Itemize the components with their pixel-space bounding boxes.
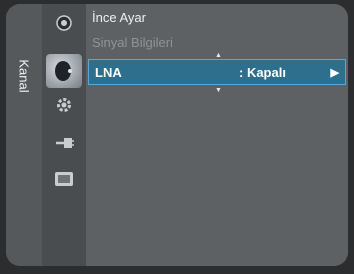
channel-icon[interactable] xyxy=(46,54,82,88)
input-icon[interactable] xyxy=(50,130,78,156)
lna-label: LNA xyxy=(95,64,122,80)
scroll-up-icon: ▲ xyxy=(215,52,222,59)
section-label: Kanal xyxy=(16,59,32,93)
application-icon[interactable] xyxy=(50,166,78,192)
menu-list: İnce Ayar Sinyal Bilgileri ▲ LNA : Kapal… xyxy=(86,4,348,266)
setup-icon[interactable] xyxy=(50,92,78,118)
lna-value: : Kapalı xyxy=(239,64,286,80)
picture-icon[interactable] xyxy=(50,10,78,36)
right-arrow-icon[interactable]: ▶ xyxy=(331,66,339,79)
scroll-down-icon: ▼ xyxy=(215,87,222,94)
category-icon-column xyxy=(42,4,86,266)
menu-item-fine-tune[interactable]: İnce Ayar xyxy=(92,10,146,25)
menu-panel: Kanal İnce Ayar Sinyal Bilgileri ▲ LNA:… xyxy=(6,4,348,266)
tv-menu-screen: Kanal İnce Ayar Sinyal Bilgileri ▲ LNA:… xyxy=(0,0,354,274)
section-label-bar: Kanal xyxy=(6,4,42,266)
menu-item-lna[interactable]: LNA : Kapalı ▶ xyxy=(88,59,346,85)
menu-item-signal-info: Sinyal Bilgileri xyxy=(92,35,173,50)
